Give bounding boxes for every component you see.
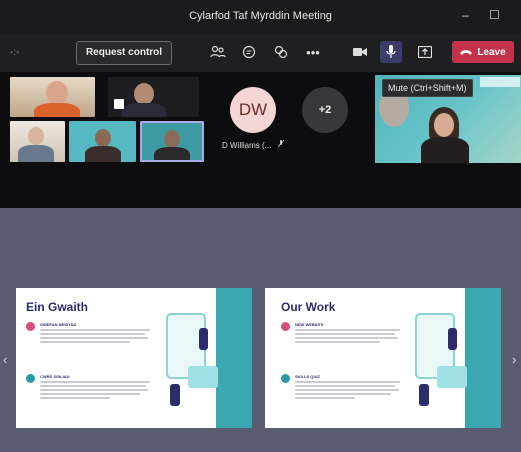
- leave-button[interactable]: Leave: [452, 41, 514, 63]
- window-title: Cylarfod Taf Myrddin Meeting: [189, 10, 332, 22]
- chevron-right-icon: ›: [512, 352, 517, 367]
- mute-tooltip: Mute (Ctrl+Shift+M): [382, 79, 473, 97]
- microphone-icon: [386, 45, 396, 58]
- participant-avatar[interactable]: DW: [230, 87, 276, 133]
- participant-video[interactable]: [10, 77, 95, 117]
- slide-title: Our Work: [281, 300, 336, 314]
- reactions-icon: [274, 45, 288, 59]
- slide-welsh: Ein Gwaith GWEFAN NEWYDD CWRS SGILIAU: [16, 288, 252, 428]
- participant-video[interactable]: [10, 121, 65, 162]
- leave-label: Leave: [477, 46, 506, 58]
- people-button[interactable]: [207, 41, 229, 63]
- slide-english: Our Work NEW WEBSITE SKILLS QUIZ: [265, 288, 501, 428]
- more-options-button[interactable]: •••: [302, 41, 324, 63]
- people-icon: [210, 45, 226, 58]
- share-screen-icon: [418, 46, 432, 58]
- chat-button[interactable]: [238, 41, 260, 63]
- more-participants-button[interactable]: +2: [302, 87, 348, 133]
- request-control-button[interactable]: Request control: [76, 41, 172, 65]
- bullet-heading: SKILLS QUIZ: [295, 374, 320, 379]
- share-button[interactable]: [414, 41, 436, 63]
- phone-hangup-icon: [460, 50, 473, 55]
- more-dots-icon: •••: [306, 44, 320, 60]
- muted-microphone-icon: [277, 139, 284, 148]
- bullet-heading: GWEFAN NEWYDD: [40, 322, 77, 327]
- minimize-button[interactable]: –: [462, 8, 469, 22]
- chevron-left-icon: ‹: [3, 352, 8, 367]
- chat-icon: [242, 45, 256, 59]
- previous-slide-button[interactable]: ‹: [3, 352, 7, 367]
- bullet-heading: CWRS SGILIAU: [40, 374, 70, 379]
- slide-title: Ein Gwaith: [26, 300, 89, 314]
- mute-button[interactable]: [380, 41, 402, 63]
- bullet-heading: NEW WEBSITE: [295, 322, 324, 327]
- next-slide-button[interactable]: ›: [512, 352, 516, 367]
- participant-video[interactable]: [108, 77, 199, 117]
- maximize-button[interactable]: ☐: [489, 8, 500, 22]
- camera-button[interactable]: [349, 41, 371, 63]
- reactions-button[interactable]: [270, 41, 292, 63]
- participant-name-label: D Williams (...: [222, 139, 284, 150]
- participant-name: D Williams (...: [222, 141, 272, 150]
- participant-video[interactable]: [69, 121, 136, 162]
- camera-icon: [353, 48, 367, 56]
- participant-video-active[interactable]: [140, 121, 204, 162]
- meeting-timer: -:-: [10, 47, 20, 58]
